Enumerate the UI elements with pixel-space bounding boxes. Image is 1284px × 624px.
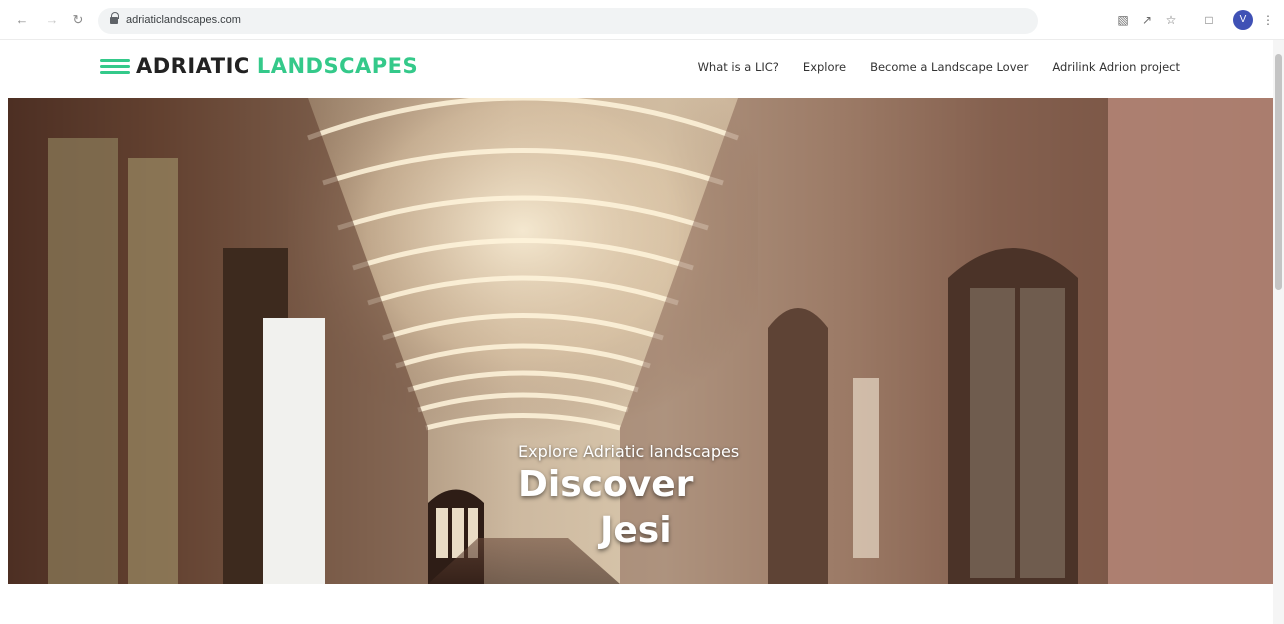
nav-what-is-lic[interactable]: What is a LIC?: [698, 60, 779, 74]
reload-icon[interactable]: ↻: [70, 12, 86, 28]
star-icon[interactable]: ☆: [1162, 11, 1180, 29]
nav-explore[interactable]: Explore: [803, 60, 846, 74]
hero-title-line1: Discover: [518, 464, 694, 505]
main-nav: What is a LIC? Explore Become a Landscap…: [674, 60, 1180, 74]
hero-subtitle: Explore Adriatic landscapes: [518, 442, 740, 461]
site-header: ADRIATIC LANDSCAPES What is a LIC? Explo…: [0, 40, 1284, 98]
logo-text-adriatic: ADRIATIC: [136, 54, 250, 78]
nav-adrilink-adrion[interactable]: Adrilink Adrion project: [1052, 60, 1180, 74]
scrollbar-thumb[interactable]: [1275, 54, 1282, 290]
url-text: adriaticlandscapes.com: [126, 14, 241, 26]
hero-banner: Explore Adriatic landscapes Discover Jes…: [8, 98, 1273, 584]
nav-become-landscape-lover[interactable]: Become a Landscape Lover: [870, 60, 1028, 74]
page-scrollbar[interactable]: [1273, 40, 1284, 624]
menu-icon[interactable]: ⋮: [1259, 11, 1277, 29]
sidebar-icon[interactable]: □: [1200, 11, 1218, 29]
share-icon[interactable]: ↗: [1138, 11, 1156, 29]
address-bar[interactable]: adriaticlandscapes.com: [98, 8, 1038, 34]
logo-text-landscapes: LANDSCAPES: [256, 54, 419, 78]
site-logo[interactable]: ADRIATIC LANDSCAPES: [100, 54, 418, 78]
waves-icon: [100, 56, 130, 76]
hero-title-line2: Jesi: [600, 510, 672, 551]
back-icon[interactable]: ←: [14, 12, 30, 28]
translate-icon[interactable]: ▧: [1114, 11, 1132, 29]
forward-icon[interactable]: →: [44, 12, 60, 28]
lock-icon: [110, 12, 119, 26]
profile-avatar[interactable]: V: [1233, 10, 1253, 30]
browser-toolbar: ← → ↻ adriaticlandscapes.com ▧ ↗ ☆ □ V ⋮: [0, 0, 1284, 40]
